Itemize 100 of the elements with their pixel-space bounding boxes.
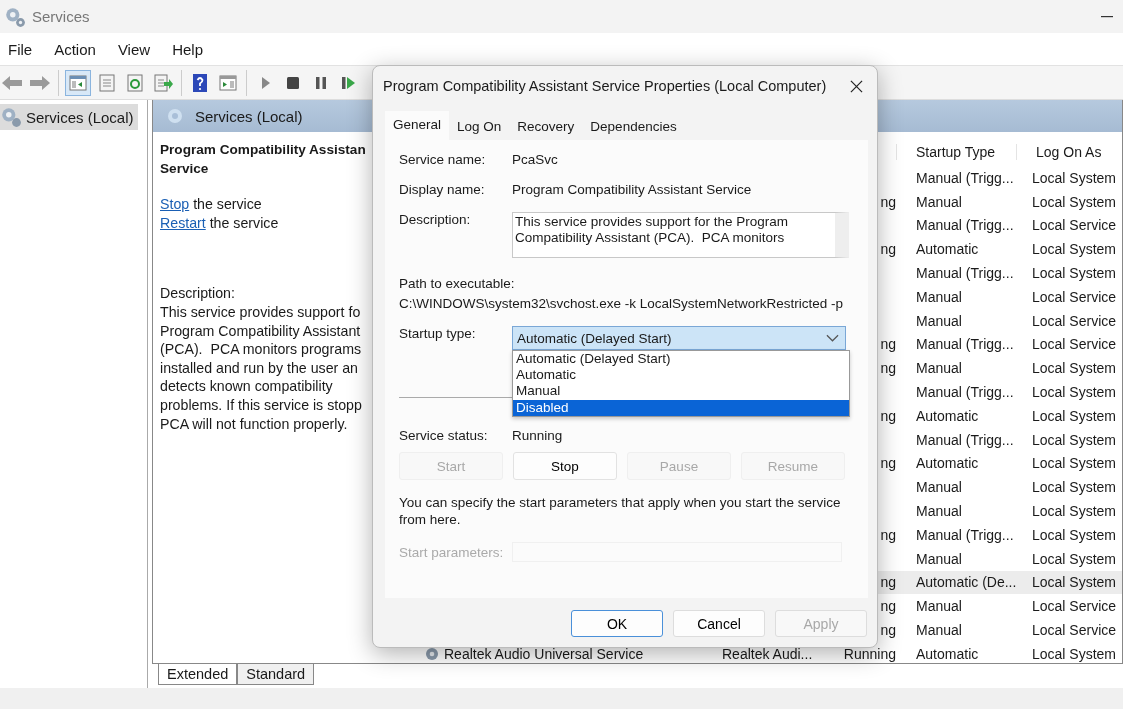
table-cell: Local System [1032, 550, 1117, 567]
table-cell: Local System [1032, 455, 1117, 472]
action-text: the service [208, 215, 279, 231]
description-label: Description: [160, 284, 236, 303]
table-cell: ng [880, 526, 896, 543]
table-cell: Manual [916, 622, 962, 639]
table-cell: Local System [1032, 479, 1117, 496]
table-cell: ng [880, 241, 896, 258]
column-header[interactable]: Startup Type [896, 143, 1016, 160]
table-cell: Manual [916, 503, 962, 520]
table-cell: Local System [1032, 526, 1117, 543]
table-cell: Local Service [1032, 336, 1117, 353]
table-cell: Realtek Audi... [722, 645, 813, 662]
table-cell: Local Service [1032, 598, 1117, 615]
table-cell: Manual [916, 360, 962, 377]
action-text: the service [192, 196, 262, 212]
table-cell: Manual (Trigg... [916, 384, 1014, 401]
service-action-link[interactable]: Stop [160, 196, 190, 212]
dropdown-option[interactable]: Manual [513, 383, 849, 400]
table-cell: ng [880, 360, 896, 377]
tree-item[interactable]: Services (Local) [0, 104, 138, 130]
table-cell: Local Service [1032, 217, 1117, 234]
table-cell: Automatic [916, 645, 979, 662]
table-cell: Local System [1032, 645, 1117, 662]
table-cell: Manual (Trigg... [916, 431, 1014, 448]
table-cell: Local System [1032, 265, 1117, 282]
table-cell: ng [880, 574, 896, 591]
field-label: Start parameters: [399, 544, 505, 560]
table-cell: Running [843, 645, 896, 662]
menu-item[interactable]: File [8, 40, 33, 58]
table-cell: Manual [916, 193, 962, 210]
table-cell: Manual [916, 550, 962, 567]
table-cell: Local Service [1032, 622, 1117, 639]
table-cell: Automatic [916, 241, 979, 258]
table-cell: Manual (Trigg... [916, 169, 1014, 186]
table-cell: Local System [1032, 431, 1117, 448]
field-label: Service name: [399, 152, 487, 167]
table-cell: Local System [1032, 241, 1117, 258]
table-cell: ng [880, 622, 896, 639]
field-label: Display name: [399, 182, 486, 197]
table-cell: Manual [916, 288, 962, 305]
path-text: C:\WINDOWS\system32\svchost.exe -k LocalSystemNetworkRestricted -p [399, 296, 845, 311]
table-cell: ng [880, 193, 896, 210]
table-cell: ng [880, 455, 896, 472]
table-cell: Local System [1032, 407, 1117, 424]
dialog-tab[interactable]: General [385, 111, 450, 142]
hint-text: You can specify the start parameters that apply when you start the service from here. [399, 494, 842, 528]
startup-type-dropdown[interactable]: Automatic (Delayed Start) [512, 326, 846, 350]
description-text: This service provides support fo Program Compatibility Assistant (PCA). PCA monitors programs installed and run by the user an detects known compatibility problems. If this service is stopp PCA will not function properly. [160, 303, 363, 434]
table-cell: ng [880, 598, 896, 615]
view-tab[interactable]: Standard [237, 664, 315, 685]
table-cell: ng [880, 336, 896, 353]
service-title: Program Compatibility Assistan Service [160, 141, 367, 178]
table-cell: Manual (Trigg... [916, 336, 1014, 353]
dialog-tab[interactable]: Log On [449, 113, 510, 140]
field-value: Program Compatibility Assistant Service [512, 182, 752, 197]
table-cell: Local System [1032, 384, 1117, 401]
field-label: Service status: [399, 428, 489, 443]
table-cell: Manual (Trigg... [916, 526, 1014, 543]
field-label: Startup type: [399, 326, 477, 341]
menu-item[interactable]: View [117, 40, 151, 58]
menu-item[interactable]: Help [172, 40, 203, 58]
table-cell: Local System [1032, 574, 1117, 591]
dialog-tab[interactable]: Dependencies [582, 113, 685, 140]
dropdown-option[interactable]: Automatic [513, 367, 849, 384]
field-label: Path to executable: [399, 276, 516, 291]
table-cell: Manual [916, 598, 962, 615]
table-cell: Manual (Trigg... [916, 217, 1014, 234]
dropdown-option[interactable]: Disabled [513, 399, 849, 416]
table-row[interactable]: Realtek Audio Universal Service Realtek Audi... Running Automatic Local System [372, 641, 1122, 666]
window-title: Services [32, 8, 90, 25]
table-cell: Realtek Audio Universal Service [444, 645, 644, 662]
dropdown-option[interactable]: Automatic (Delayed Start) [513, 351, 849, 368]
table-cell: Local System [1032, 503, 1117, 520]
table-cell: Local System [1032, 360, 1117, 377]
field-value: PcaSvc [512, 152, 558, 167]
table-cell: Automatic [916, 455, 979, 472]
view-tab[interactable]: Extended [158, 664, 238, 685]
table-cell: Automatic (De... [916, 574, 1017, 591]
table-cell: Local System [1032, 193, 1117, 210]
field-value: Running [512, 428, 563, 443]
field-label: Description: [399, 212, 472, 227]
table-cell: ng [880, 407, 896, 424]
table-cell: Automatic [916, 407, 979, 424]
table-cell: Manual [916, 479, 962, 496]
table-cell: Manual (Trigg... [916, 265, 1014, 282]
dialog-title: Program Compatibility Assistant Service Properties (Local Computer) [383, 78, 828, 94]
table-cell: Local Service [1032, 312, 1117, 329]
menu-item[interactable]: Action [54, 40, 96, 58]
service-action-link[interactable]: Restart [160, 215, 206, 231]
table-cell: Local Service [1032, 288, 1117, 305]
service-control-button[interactable]: Stop [513, 452, 617, 480]
dialog-button[interactable]: Cancel [673, 610, 765, 637]
table-cell: Local System [1032, 169, 1117, 186]
description-box[interactable]: This service provides support for the Program Compatibility Assistant (PCA). PCA monitors [512, 212, 849, 258]
dialog-button[interactable]: OK [571, 610, 663, 637]
table-cell: Manual [916, 312, 962, 329]
pane-title: Services (Local) [195, 107, 303, 125]
dialog-tab[interactable]: Recovery [509, 113, 583, 140]
column-header[interactable]: Log On As [1016, 143, 1122, 160]
